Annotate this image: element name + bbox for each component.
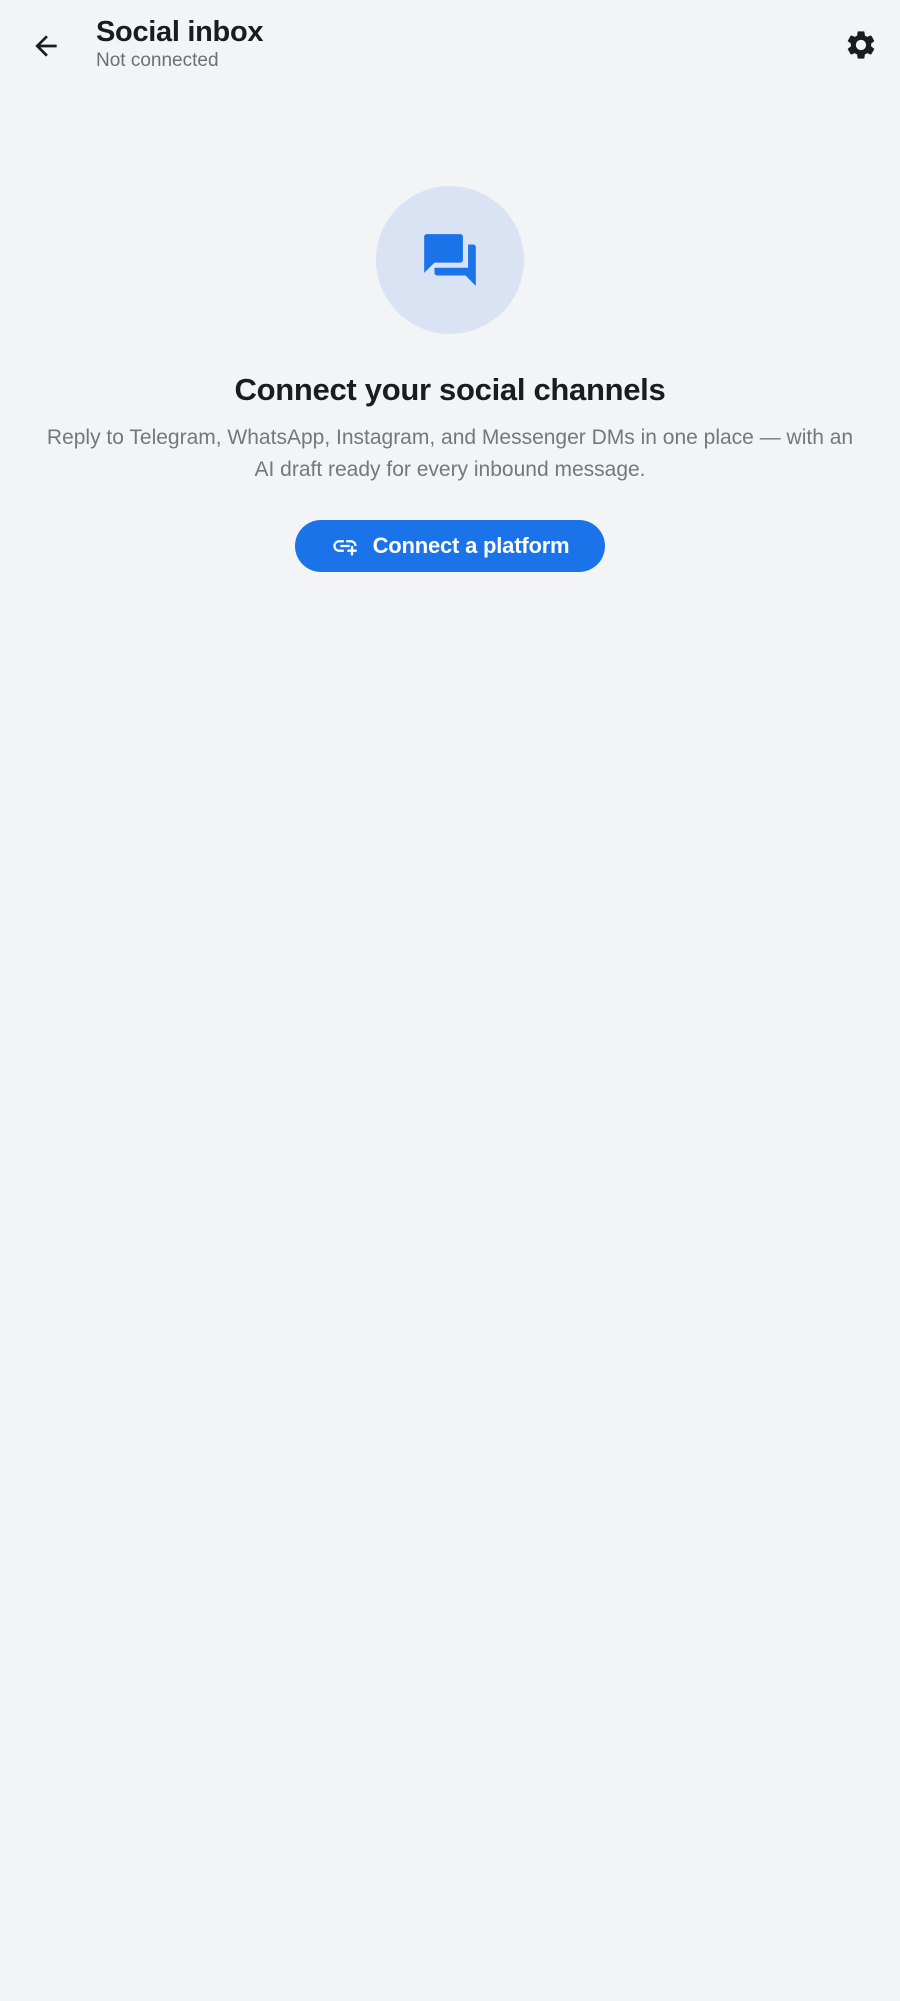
add-link-icon xyxy=(331,532,359,560)
illustration-circle xyxy=(376,186,524,334)
connect-platform-button[interactable]: Connect a platform xyxy=(294,520,606,572)
arrow-back-icon xyxy=(30,30,62,62)
empty-state-description: Reply to Telegram, WhatsApp, Instagram, … xyxy=(46,426,854,481)
forum-chat-icon xyxy=(419,229,481,291)
social-inbox-screen: Social inbox Not connected Connect your … xyxy=(0,0,900,2001)
app-bar: Social inbox Not connected xyxy=(0,0,900,92)
connect-platform-label: Connect a platform xyxy=(372,533,570,558)
gear-icon xyxy=(844,28,878,62)
back-button[interactable] xyxy=(22,22,70,70)
page-title: Social inbox xyxy=(96,16,264,48)
empty-state-heading: Connect your social channels xyxy=(234,372,666,407)
settings-button[interactable] xyxy=(836,20,886,70)
connection-status: Not connected xyxy=(96,50,219,71)
title-block: Social inbox Not connected xyxy=(96,14,264,72)
empty-state: Connect your social channels Reply to Te… xyxy=(0,186,900,572)
